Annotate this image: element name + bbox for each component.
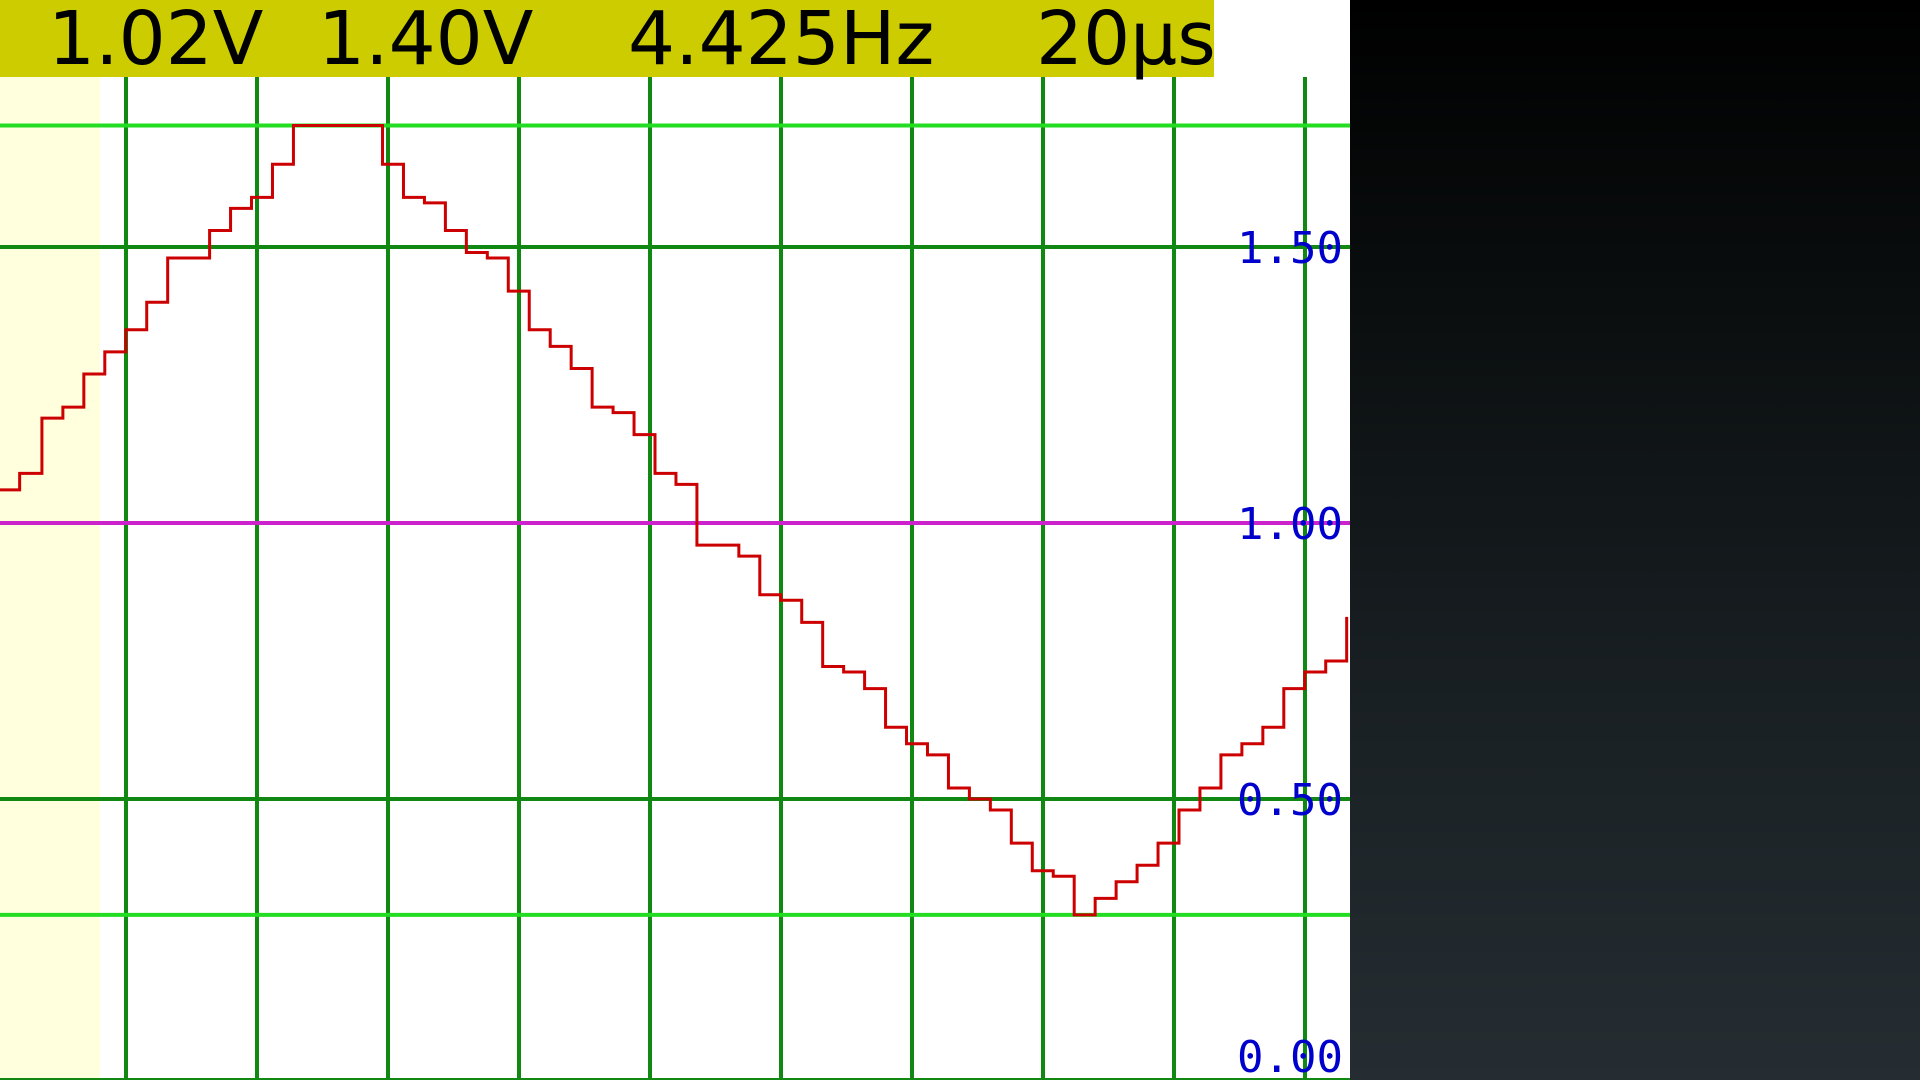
cursor-voltage-1: 1.02V xyxy=(48,0,264,82)
waveform-plot[interactable]: 1.50 1.00 0.50 0.00 xyxy=(0,0,1350,1080)
cursor-voltage-2: 1.40V xyxy=(318,0,534,82)
y-tick-label-0-50: 0.50 xyxy=(1237,775,1343,826)
cursor-lines xyxy=(0,123,1350,917)
side-panel xyxy=(1350,0,1920,1080)
frequency-readout: 4.425Hz xyxy=(628,0,935,82)
y-tick-label-1-00: 1.00 xyxy=(1237,499,1343,550)
y-tick-label-1-50: 1.50 xyxy=(1237,223,1343,274)
oscilloscope-screen: 1.50 1.00 0.50 0.00 1.02V 1.40V 4.425Hz 20µ… xyxy=(0,0,1920,1080)
timebase-readout: 20µs xyxy=(1036,0,1216,82)
scope-display[interactable]: 1.50 1.00 0.50 0.00 1.02V 1.40V 4.425Hz 20µ… xyxy=(0,0,1350,1080)
pretrigger-shade xyxy=(0,0,100,1080)
signal-trace xyxy=(0,124,1349,917)
y-tick-label-0-00: 0.00 xyxy=(1237,1032,1343,1080)
measurement-readout-bar[interactable]: 1.02V 1.40V 4.425Hz 20µs xyxy=(0,0,1216,82)
y-axis-labels: 1.50 1.00 0.50 0.00 xyxy=(1237,223,1343,1080)
grid xyxy=(0,77,1350,1080)
